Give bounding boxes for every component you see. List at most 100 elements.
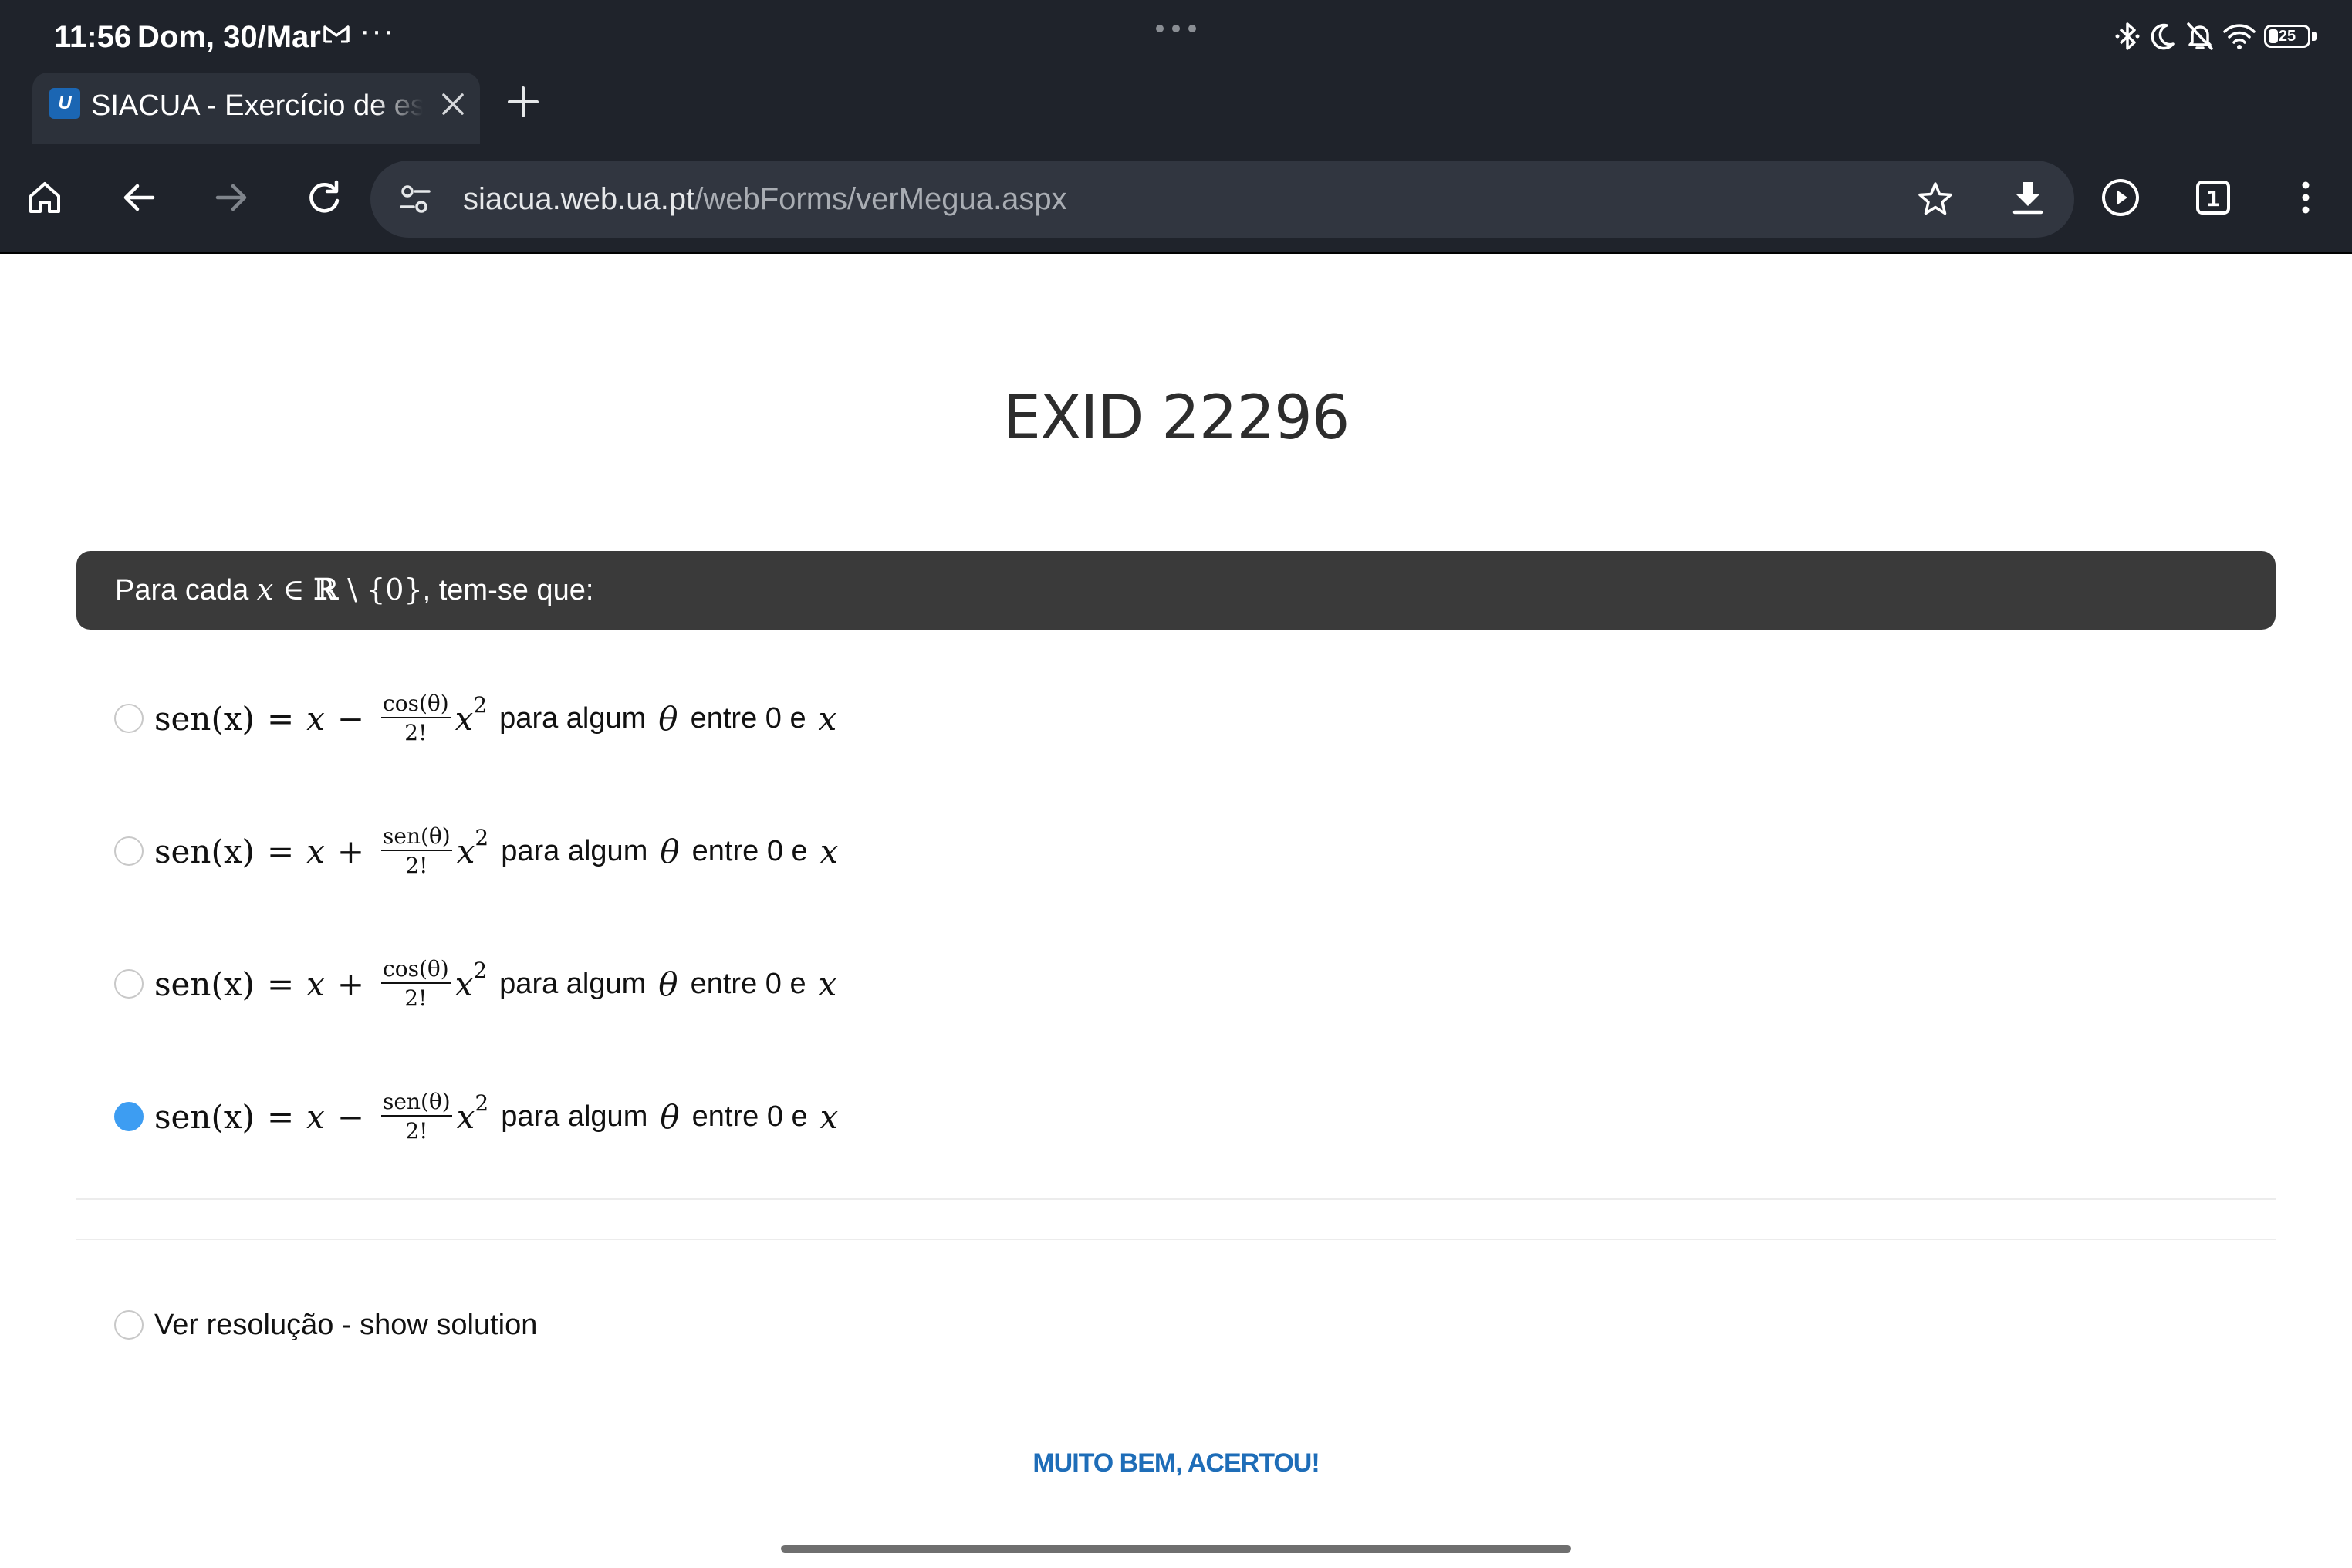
fraction-denominator: 2! [404, 985, 427, 1011]
formula-theta: θ [658, 965, 678, 1003]
show-solution-option[interactable]: Ver resolução - show solution [114, 1302, 537, 1348]
option-formula: sen (x) = x + cos(θ) 2! x2 para algum θ entre 0… [154, 958, 836, 1010]
browser-toolbar: siacua.web.ua.pt/webForms/verMegua.aspx … [0, 144, 2352, 253]
show-solution-radio[interactable] [114, 1310, 144, 1340]
media-play-button[interactable] [2093, 170, 2148, 225]
formula-end-var: x [818, 699, 837, 738]
fraction-denominator: 2! [405, 853, 428, 878]
moon-icon [2151, 23, 2175, 50]
formula-x: x [306, 965, 325, 1003]
browser-tab-active[interactable]: U SIACUA - Exercício de escolha múltipla [32, 73, 480, 144]
back-icon [123, 184, 155, 211]
formula-between: entre 0 e [691, 1100, 808, 1133]
divider [76, 1198, 2276, 1200]
formula-lhs-arg: (x) [211, 965, 255, 1003]
formula-pow-base: x [455, 965, 474, 1003]
play-icon [2102, 179, 2139, 216]
formula-sign: − [336, 699, 365, 738]
url-text[interactable]: siacua.web.ua.pt/webForms/verMegua.aspx [463, 179, 1067, 219]
formula-theta: θ [660, 832, 680, 870]
answer-option-1[interactable]: sen (x) = x − cos(θ) 2! x2 para algum θ entre 0… [114, 681, 836, 755]
forward-button[interactable] [204, 170, 259, 225]
formula-x: x [306, 1097, 325, 1136]
answer-option-2[interactable]: sen (x) = x + sen(θ) 2! x2 para algum θ entre 0… [114, 814, 838, 888]
system-icons: 25 [2114, 17, 2317, 56]
wifi-icon [2223, 24, 2256, 49]
answer-option-3[interactable]: sen (x) = x + cos(θ) 2! x2 para algum θ entre 0… [114, 947, 836, 1021]
question-set: {0} [367, 573, 423, 607]
formula-sign: − [336, 1097, 365, 1136]
battery-icon: 25 [2264, 25, 2310, 48]
formula-lhs: sen [154, 1097, 211, 1136]
window-handle-icon[interactable] [1154, 23, 1198, 34]
formula-x: x [306, 832, 325, 870]
formula-fraction: cos(θ) 2! [381, 692, 451, 745]
bell-off-icon [2187, 22, 2213, 50]
formula-x: x [306, 699, 325, 738]
formula-lhs-arg: (x) [211, 832, 255, 870]
formula-pow-exp: 2 [473, 957, 488, 983]
status-more-icon: ··· [360, 14, 395, 48]
formula-lhs: sen [154, 965, 211, 1003]
question-elem: ∈ [273, 573, 314, 607]
tab-switcher-button[interactable]: 1 [2185, 170, 2241, 225]
fraction-numerator: cos(θ) [381, 692, 451, 718]
plus-icon[interactable] [503, 82, 543, 122]
question-reals: ℝ [313, 572, 339, 607]
status-time: 11:56 [54, 20, 132, 54]
formula-fraction: sen(θ) 2! [381, 825, 452, 877]
page-content: EXID 22296 Para cada x ∈ ℝ \ {0}, tem-se… [0, 254, 2352, 1568]
status-date: Dom, 30/Mar [137, 20, 321, 54]
formula-sign: + [336, 832, 365, 870]
option-radio[interactable] [114, 836, 144, 866]
question-prefix: Para cada [115, 574, 257, 607]
forward-icon [215, 184, 247, 211]
question-text: Para cada x ∈ ℝ \ {0}, tem-se que: [115, 568, 593, 612]
formula-pow-exp: 2 [473, 691, 488, 718]
formula-theta: θ [658, 699, 678, 738]
home-indicator[interactable] [781, 1545, 1571, 1553]
question-suffix: , tem-se que: [422, 574, 594, 607]
fraction-denominator: 2! [405, 1118, 428, 1144]
option-radio[interactable] [114, 969, 144, 999]
formula-pow-base: x [456, 832, 475, 870]
close-icon[interactable] [434, 85, 472, 123]
option-radio[interactable] [114, 704, 144, 733]
formula-end-var: x [819, 1097, 839, 1136]
address-bar[interactable]: siacua.web.ua.pt/webForms/verMegua.aspx [370, 161, 2074, 238]
formula-lhs: sen [154, 699, 211, 738]
home-button[interactable] [17, 170, 73, 225]
back-button[interactable] [111, 170, 167, 225]
menu-button[interactable] [2278, 170, 2333, 225]
formula-theta: θ [660, 1097, 680, 1136]
option-formula: sen (x) = x − cos(θ) 2! x2 para algum θ entre 0… [154, 692, 836, 745]
answer-option-4[interactable]: sen (x) = x − sen(θ) 2! x2 para algum θ entre 0… [114, 1080, 838, 1154]
download-button[interactable] [2000, 170, 2056, 225]
formula-end-var: x [819, 832, 839, 870]
bluetooth-icon [2115, 22, 2140, 50]
show-solution-label: Ver resolução - show solution [154, 1308, 538, 1341]
reload-button[interactable] [296, 170, 352, 225]
mail-icon [323, 25, 350, 43]
formula-pow-base: x [456, 1097, 475, 1136]
tune-icon[interactable] [397, 181, 434, 218]
question-statement: Para cada x ∈ ℝ \ {0}, tem-se que: [76, 551, 2276, 630]
status-bar: 11:56 Dom, 30/Mar ··· 25 [0, 0, 2352, 71]
formula-lhs-arg: (x) [211, 699, 255, 738]
divider [76, 1239, 2276, 1240]
formula-lhs: sen [154, 832, 211, 870]
formula-between: entre 0 e [690, 967, 806, 1000]
home-icon [29, 182, 60, 213]
download-icon [2012, 182, 2043, 215]
tab-title: SIACUA - Exercício de escolha múltipla [91, 90, 423, 122]
formula-pow-exp: 2 [475, 1090, 489, 1116]
browser-chrome: 11:56 Dom, 30/Mar ··· 25 U SIACUA - Exer… [0, 0, 2352, 253]
tab-count: 1 [2205, 186, 2220, 211]
question-var: x [256, 573, 274, 607]
battery-percent: 25 [2278, 28, 2296, 45]
option-radio[interactable] [114, 1102, 144, 1131]
formula-eq: = [266, 965, 295, 1003]
formula-sign: + [336, 965, 365, 1003]
star-icon[interactable] [1915, 179, 1955, 219]
formula-trail: para algum [499, 701, 647, 735]
